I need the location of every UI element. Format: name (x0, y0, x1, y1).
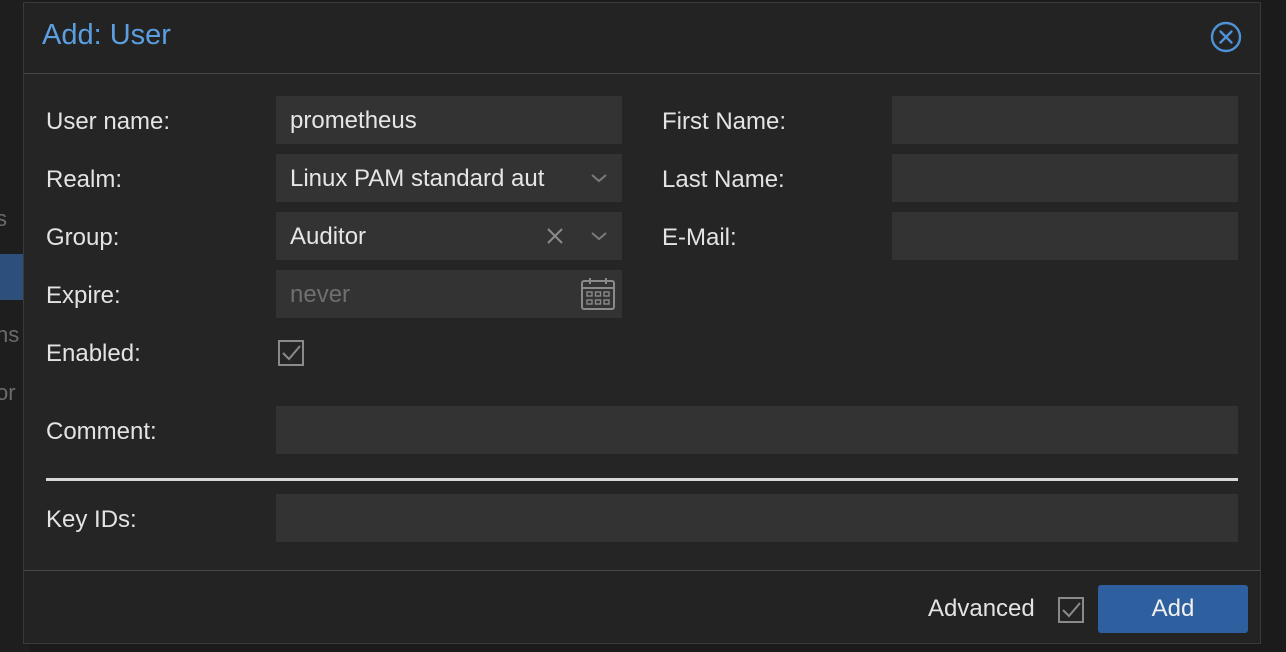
key-ids-label: Key IDs: (46, 506, 137, 533)
dialog-footer: Advanced Add (24, 571, 1260, 643)
advanced-section-divider (46, 478, 1238, 481)
realm-label: Realm: (46, 166, 123, 193)
checkbox-checked-icon (1058, 597, 1084, 623)
enabled-checkbox[interactable] (278, 340, 304, 366)
clear-x-icon (547, 228, 563, 244)
realm-select[interactable]: Linux PAM standard aut (276, 154, 622, 202)
username-field[interactable]: prometheus (276, 96, 622, 144)
comment-field[interactable] (276, 406, 1238, 454)
expire-date-field[interactable]: never (276, 270, 622, 318)
dialog-header: Add: User (24, 3, 1260, 73)
add-user-dialog: Add: User User name: prometheus Realm: L… (23, 2, 1261, 644)
group-dropdown-trigger[interactable] (582, 212, 616, 260)
last-name-field[interactable] (892, 154, 1238, 202)
add-button[interactable]: Add (1098, 585, 1248, 633)
background-text-fragment: or (0, 380, 16, 405)
checkbox-checked-icon (278, 340, 304, 366)
expire-date-picker-trigger[interactable] (578, 270, 618, 318)
group-select[interactable]: Auditor (276, 212, 622, 260)
background-text-fragment: s (0, 206, 7, 231)
close-circle-icon (1210, 21, 1242, 53)
chevron-down-icon (591, 174, 607, 183)
last-name-label: Last Name: (662, 166, 785, 193)
first-name-field[interactable] (892, 96, 1238, 144)
group-clear-trigger[interactable] (538, 212, 572, 260)
dialog-title: Add: User (42, 19, 171, 51)
realm-value: Linux PAM standard aut (290, 165, 545, 192)
advanced-label: Advanced (928, 595, 1035, 622)
username-value: prometheus (290, 107, 417, 134)
expire-label: Expire: (46, 282, 121, 309)
chevron-down-icon (591, 232, 607, 241)
first-name-label: First Name: (662, 108, 787, 135)
expire-placeholder: never (290, 281, 351, 308)
key-ids-field[interactable] (276, 494, 1238, 542)
advanced-checkbox[interactable] (1058, 597, 1084, 623)
close-button[interactable] (1210, 21, 1242, 53)
email-label: E-Mail: (662, 224, 737, 251)
comment-label: Comment: (46, 418, 157, 445)
background-selected-item (0, 254, 24, 300)
username-label: User name: (46, 108, 171, 135)
enabled-label: Enabled: (46, 340, 141, 367)
dialog-body: User name: prometheus Realm: Linux PAM s… (24, 73, 1260, 571)
group-value: Auditor (290, 223, 367, 250)
realm-dropdown-trigger[interactable] (582, 154, 616, 202)
group-label: Group: (46, 224, 120, 251)
email-field[interactable] (892, 212, 1238, 260)
background-text-fragment: ns (0, 322, 20, 347)
calendar-icon (581, 278, 615, 310)
